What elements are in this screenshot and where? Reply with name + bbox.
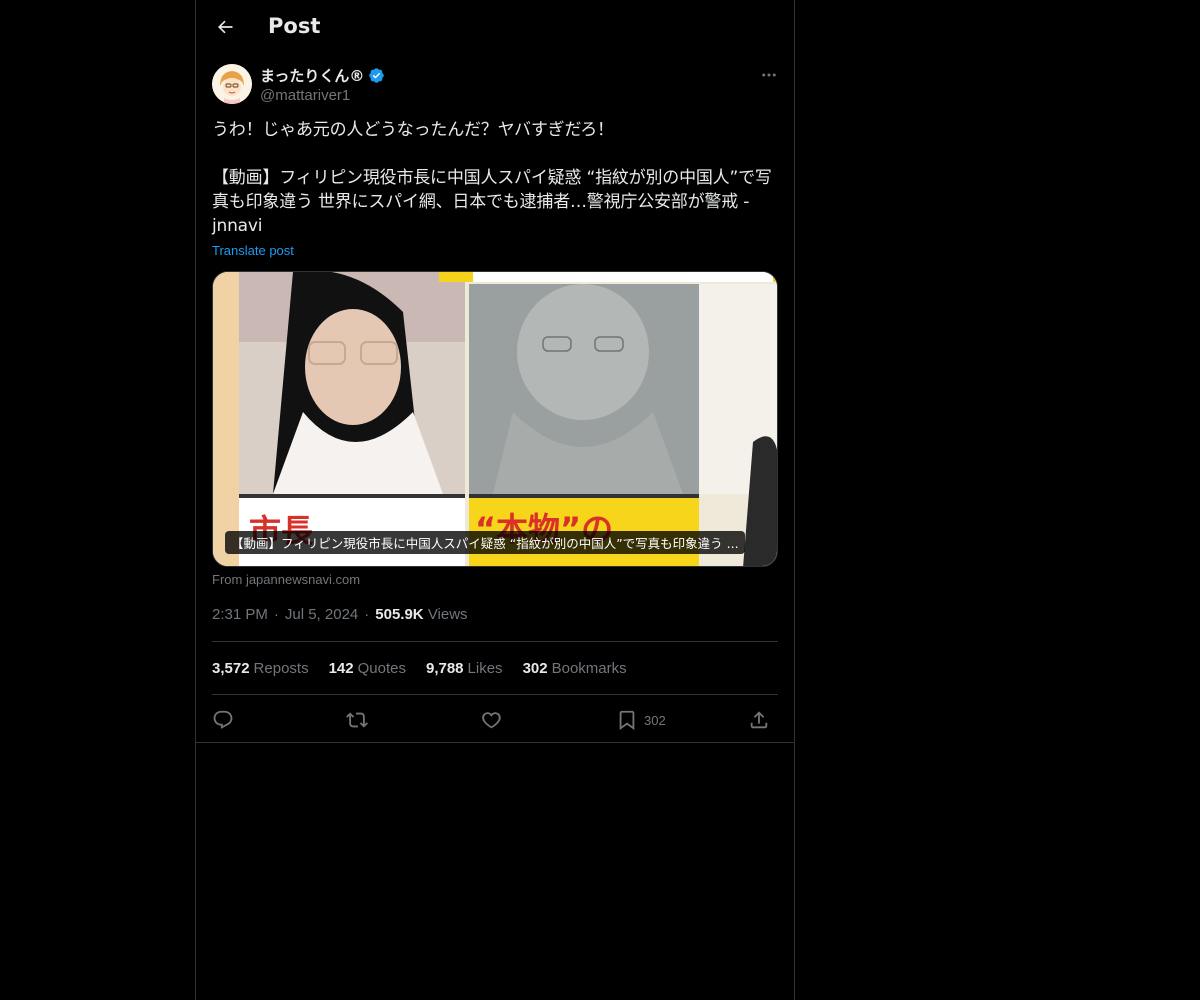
author-name[interactable]: まったりくん® — [260, 65, 385, 86]
post-text-line-2: 【動画】フィリピン現役市長に中国人スパイ疑惑 “指紋が別の中国人”で写真も印象違… — [212, 168, 772, 236]
author-avatar[interactable] — [212, 64, 252, 104]
post-meta: 2:31 PM · Jul 5, 2024 · 505.9K Views — [212, 606, 468, 623]
share-icon — [750, 711, 768, 729]
views-count: 505.9K — [375, 606, 424, 623]
likes-stat[interactable]: 9,788 Likes — [426, 660, 503, 677]
bookmarks-stat[interactable]: 302 Bookmarks — [523, 660, 627, 677]
author-handle[interactable]: @mattariver1 — [260, 87, 350, 104]
more-horizontal-icon — [762, 73, 776, 77]
post-text-line-1: うわ！じゃあ元の人どうなったんだ？ヤバすぎだろ！ — [212, 120, 614, 140]
card-source[interactable]: From japannewsnavi.com — [212, 572, 360, 587]
repost-icon — [346, 712, 368, 728]
avatar-image — [212, 64, 252, 104]
author-name-text: まったりくん® — [260, 67, 365, 85]
post-detail-column: Post まったりくん® @mattariver1 うわ！じゃあ元の人どうなった… — [195, 0, 795, 1000]
bookmark-icon — [619, 710, 635, 731]
divider — [212, 641, 778, 642]
divider — [196, 742, 794, 743]
translate-post-link[interactable]: Translate post — [212, 243, 294, 258]
page-title: Post — [268, 14, 321, 38]
heart-icon — [482, 712, 501, 729]
post-header: Post — [196, 0, 794, 54]
verified-badge-icon — [369, 68, 385, 83]
post-actions: 302 — [212, 706, 778, 734]
like-button[interactable] — [480, 706, 502, 734]
post-time[interactable]: 2:31 PM — [212, 606, 268, 623]
bookmark-count: 302 — [644, 712, 666, 728]
repost-button[interactable] — [346, 706, 368, 734]
reposts-stat[interactable]: 3,572 Reposts — [212, 660, 309, 677]
views-label: Views — [427, 606, 468, 623]
post-stats: 3,572 Reposts 142 Quotes 9,788 Likes 302 Boo… — [212, 660, 627, 677]
more-options-button[interactable] — [758, 64, 780, 86]
link-card[interactable]: 市長 “本物”の 【動画】フィリピン現役市長に中国人スパイ疑惑 “指紋が別の中国… — [212, 271, 778, 567]
back-button[interactable] — [208, 10, 242, 44]
reply-button[interactable] — [212, 706, 234, 734]
post-text: うわ！じゃあ元の人どうなったんだ？ヤバすぎだろ！ 【動画】フィリピン現役市長に中… — [212, 118, 778, 238]
post-date[interactable]: Jul 5, 2024 — [285, 606, 358, 623]
share-button[interactable] — [748, 706, 770, 734]
arrow-left-icon — [218, 20, 233, 34]
card-caption: 【動画】フィリピン現役市長に中国人スパイ疑惑 “指紋が別の中国人”で写真も印象違… — [225, 531, 745, 554]
reply-icon — [213, 710, 233, 729]
quotes-stat[interactable]: 142 Quotes — [329, 660, 406, 677]
divider — [212, 694, 778, 695]
bookmark-button[interactable]: 302 — [616, 706, 666, 734]
